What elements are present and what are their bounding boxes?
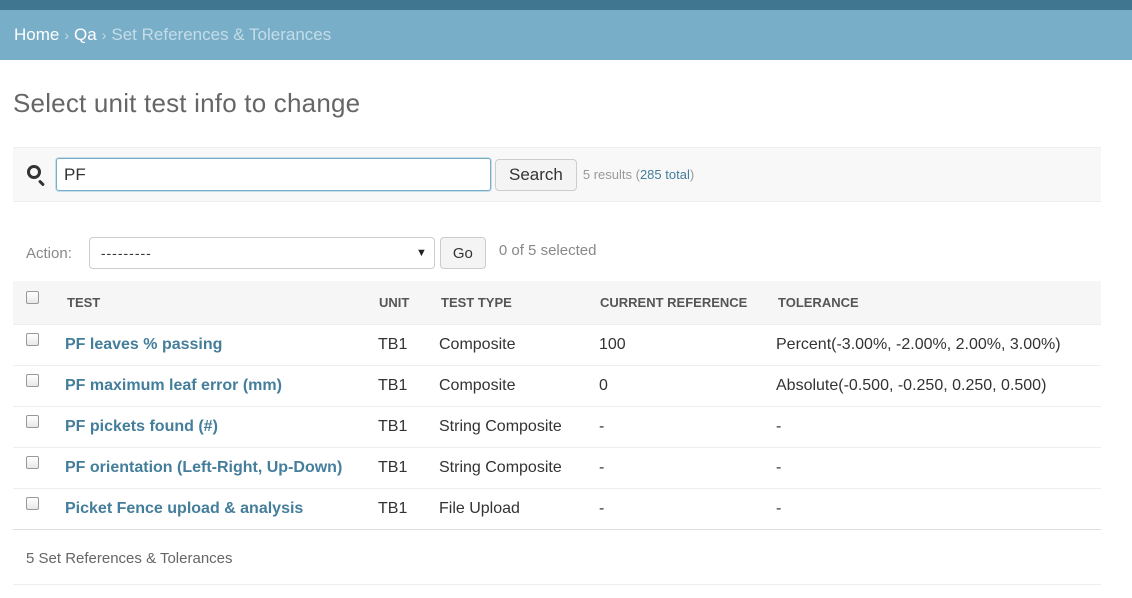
column-header-test-type[interactable]: Test type [436, 281, 596, 325]
search-button[interactable]: Search [495, 158, 577, 191]
breadcrumb: Home › Qa › Set References & Tolerances [0, 10, 1132, 60]
row-checkbox-cell [13, 365, 56, 407]
result-count-close: ) [689, 167, 695, 182]
row-checkbox[interactable] [26, 373, 39, 387]
breadcrumb-qa-link[interactable]: Qa [74, 25, 97, 45]
table-row: Picket Fence upload & analysis TB1 File … [13, 488, 1101, 530]
test-link[interactable]: PF maximum leaf error (mm) [65, 377, 282, 394]
test-link[interactable]: Picket Fence upload & analysis [65, 500, 303, 517]
action-label: Action: [26, 244, 72, 262]
table-row: PF pickets found (#) TB1 String Composit… [13, 406, 1101, 448]
select-all-header [13, 281, 56, 325]
column-header-current-reference[interactable]: Current reference [596, 281, 774, 325]
action-bar: Action: --------- ▼ Go 0 of 5 selected [13, 233, 1101, 273]
search-icon [26, 164, 48, 187]
paginator-count: 5 Set References & Tolerances [13, 533, 1101, 585]
test-cell: PF maximum leaf error (mm) [56, 365, 376, 407]
search-input[interactable] [56, 158, 491, 191]
row-checkbox-cell [13, 406, 56, 448]
unit-cell: TB1 [376, 365, 436, 407]
row-checkbox[interactable] [26, 414, 39, 428]
results-table: Test Unit Test type Current reference To… [13, 281, 1101, 530]
test-cell: Picket Fence upload & analysis [56, 488, 376, 530]
reference-cell: - [596, 488, 774, 530]
row-checkbox-cell [13, 324, 56, 366]
total-count-link[interactable]: 285 total [640, 167, 690, 182]
action-select[interactable]: --------- ▼ [88, 237, 435, 269]
row-checkbox[interactable] [26, 496, 39, 510]
test-cell: PF pickets found (#) [56, 406, 376, 448]
reference-cell: 0 [596, 365, 774, 407]
breadcrumb-home-link[interactable]: Home [14, 25, 59, 45]
selected-count: 0 of 5 selected [498, 241, 597, 259]
table-row: PF leaves % passing TB1 Composite 100 Pe… [13, 324, 1101, 366]
tolerance-cell: - [774, 447, 1101, 489]
reference-cell: - [596, 447, 774, 489]
unit-cell: TB1 [376, 406, 436, 448]
result-count-text: 5 results ( [582, 167, 640, 182]
go-button[interactable]: Go [439, 237, 486, 269]
test-type-cell: Composite [436, 324, 596, 366]
test-link[interactable]: PF pickets found (#) [65, 418, 218, 435]
row-checkbox-cell [13, 488, 56, 530]
test-type-cell: File Upload [436, 488, 596, 530]
result-count: 5 results (285 total) [583, 167, 694, 182]
row-checkbox[interactable] [26, 332, 39, 346]
column-header-test[interactable]: Test [56, 281, 376, 325]
tolerance-cell: Absolute(-0.500, -0.250, 0.250, 0.500) [774, 365, 1101, 407]
unit-cell: TB1 [376, 447, 436, 489]
test-type-cell: String Composite [436, 406, 596, 448]
unit-cell: TB1 [376, 488, 436, 530]
table-row: PF maximum leaf error (mm) TB1 Composite… [13, 365, 1101, 407]
test-link[interactable]: PF orientation (Left-Right, Up-Down) [65, 459, 342, 476]
unit-cell: TB1 [376, 324, 436, 366]
search-toolbar: Search 5 results (285 total) [13, 147, 1101, 202]
tolerance-cell: Percent(-3.00%, -2.00%, 2.00%, 3.00%) [774, 324, 1101, 366]
tolerance-cell: - [774, 488, 1101, 530]
row-checkbox-cell [13, 447, 56, 489]
action-select-value: --------- [100, 245, 152, 261]
select-all-checkbox[interactable] [26, 291, 39, 305]
column-header-unit[interactable]: Unit [376, 281, 436, 325]
breadcrumb-separator: › [64, 27, 70, 43]
breadcrumb-separator: › [101, 27, 107, 43]
dropdown-caret-icon: ▼ [415, 247, 427, 259]
reference-cell: - [596, 406, 774, 448]
test-type-cell: Composite [436, 365, 596, 407]
table-header-row: Test Unit Test type Current reference To… [13, 281, 1101, 325]
reference-cell: 100 [596, 324, 774, 366]
test-type-cell: String Composite [436, 447, 596, 489]
tolerance-cell: - [774, 406, 1101, 448]
test-cell: PF leaves % passing [56, 324, 376, 366]
column-header-tolerance[interactable]: Tolerance [774, 281, 1101, 325]
test-link[interactable]: PF leaves % passing [65, 336, 222, 353]
test-cell: PF orientation (Left-Right, Up-Down) [56, 447, 376, 489]
row-checkbox[interactable] [26, 455, 39, 469]
page-title: Select unit test info to change [13, 88, 361, 118]
table-row: PF orientation (Left-Right, Up-Down) TB1… [13, 447, 1101, 489]
top-header-bar [0, 0, 1132, 10]
breadcrumb-current: Set References & Tolerances [111, 25, 332, 44]
